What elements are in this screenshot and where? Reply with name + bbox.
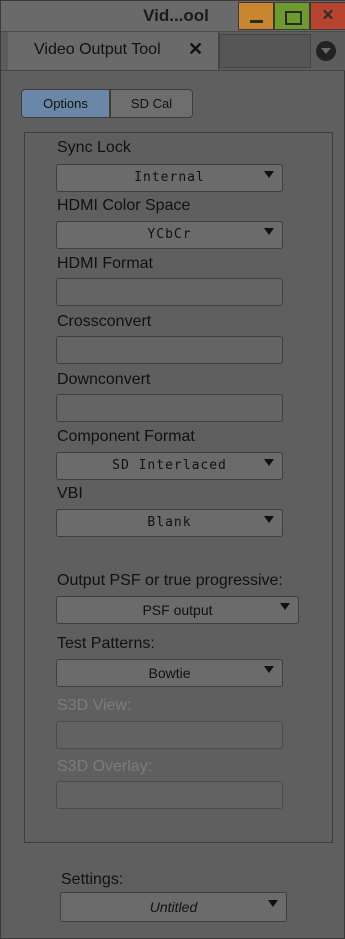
output-psf-value: PSF output [142, 602, 213, 618]
vbi-dropdown[interactable]: Blank [56, 509, 283, 537]
test-patterns-label: Test Patterns: [57, 635, 155, 652]
s3d-overlay-value [57, 782, 282, 808]
maximize-button[interactable] [274, 2, 310, 30]
minimize-button[interactable] [238, 2, 274, 30]
close-button[interactable]: ✕ [310, 2, 345, 30]
maximize-icon [285, 11, 302, 25]
crossconvert-label: Crossconvert [57, 313, 152, 330]
crossconvert-field[interactable] [56, 336, 283, 364]
hdmi-format-value [57, 279, 282, 305]
tab-bar: Video Output Tool ✕ [1, 32, 345, 71]
output-psf-label: Output PSF or true progressive: [57, 572, 283, 589]
component-format-dropdown[interactable]: SD Interlaced [56, 452, 283, 480]
hdmi-format-label: HDMI Format [57, 255, 153, 272]
tab-label: Video Output Tool [34, 41, 161, 58]
sync-lock-label: Sync Lock [57, 139, 131, 156]
downconvert-value [57, 395, 282, 421]
component-format-label: Component Format [57, 428, 195, 445]
dropdown-arrow-icon [264, 459, 274, 466]
hdmi-color-space-label: HDMI Color Space [57, 197, 191, 214]
s3d-view-field [56, 721, 283, 749]
vbi-label: VBI [57, 485, 83, 502]
minimize-icon [250, 20, 263, 23]
dropdown-arrow-icon [264, 228, 274, 235]
title-bar[interactable]: Vid...ool ✕ [1, 1, 345, 32]
s3d-overlay-label: S3D Overlay: [57, 758, 153, 775]
subtab-options[interactable]: Options [21, 89, 110, 118]
dropdown-arrow-icon [280, 603, 290, 610]
hdmi-color-space-value: YCbCr [147, 227, 192, 242]
dropdown-arrow-icon [264, 171, 274, 178]
settings-dropdown[interactable]: Untitled [60, 892, 287, 922]
dropdown-arrow-icon [264, 516, 274, 523]
downconvert-label: Downconvert [57, 371, 151, 388]
output-psf-dropdown[interactable]: PSF output [56, 596, 299, 624]
component-format-value: SD Interlaced [112, 458, 227, 473]
window-title: Vid...ool [143, 6, 209, 25]
s3d-overlay-field [56, 781, 283, 809]
s3d-view-value [57, 722, 282, 748]
subtab-sd-cal[interactable]: SD Cal [110, 89, 193, 118]
settings-value: Untitled [149, 899, 198, 915]
vbi-value: Blank [147, 515, 192, 530]
hdmi-color-space-dropdown[interactable]: YCbCr [56, 221, 283, 249]
tab-close-icon[interactable]: ✕ [188, 39, 203, 60]
test-patterns-value: Bowtie [148, 665, 191, 681]
downconvert-field[interactable] [56, 394, 283, 422]
hdmi-format-field[interactable] [56, 278, 283, 306]
s3d-view-label: S3D View: [57, 697, 132, 714]
tab-menu-icon[interactable] [316, 41, 336, 61]
crossconvert-value [57, 337, 282, 363]
sync-lock-dropdown[interactable]: Internal [56, 164, 283, 192]
dropdown-arrow-icon [268, 900, 278, 907]
sync-lock-value: Internal [134, 170, 205, 185]
dropdown-arrow-icon [264, 666, 274, 673]
close-icon: ✕ [321, 7, 335, 24]
video-output-tool-window: Vid...ool ✕ Video Output Tool ✕ Options … [0, 0, 345, 939]
tab-video-output-tool[interactable]: Video Output Tool ✕ [8, 32, 219, 70]
test-patterns-dropdown[interactable]: Bowtie [56, 659, 283, 687]
tab-empty-area [219, 34, 311, 68]
settings-label: Settings: [61, 871, 124, 888]
